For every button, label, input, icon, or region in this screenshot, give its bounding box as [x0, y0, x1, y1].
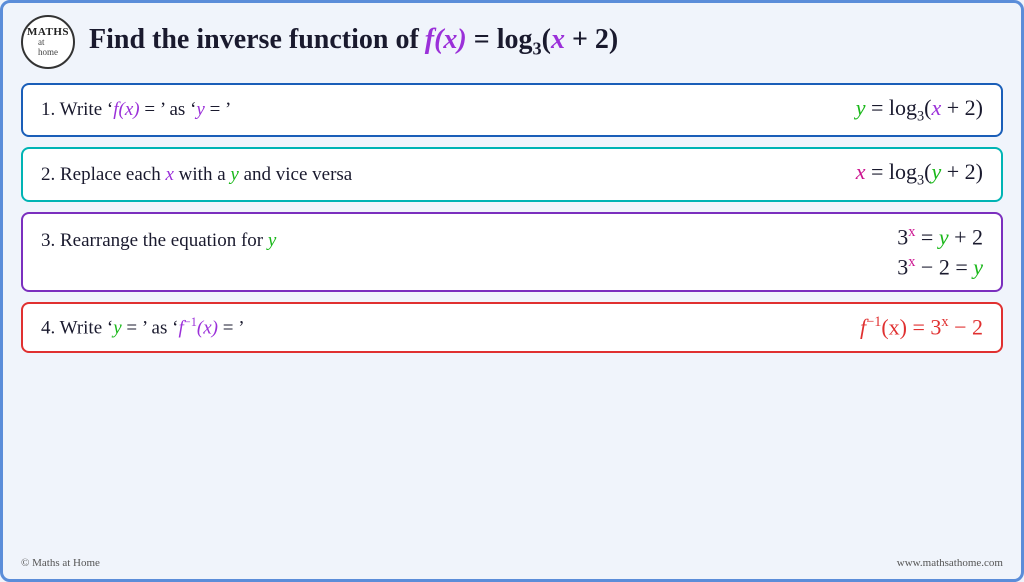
footer-left: © Maths at Home: [21, 557, 100, 569]
step-4-right: f−1(x) = 3x − 2: [860, 314, 983, 340]
step-2-right: x = log3(y + 2): [856, 159, 983, 189]
step-3-box: 3. Rearrange the equation for y 3x = y +…: [21, 212, 1003, 293]
footer-right: www.mathsathome.com: [897, 557, 1003, 569]
footer: © Maths at Home www.mathsathome.com: [21, 557, 1003, 569]
title-text: Find the inverse function of: [89, 24, 419, 56]
step-3-line1: 3x = y + 2: [897, 224, 983, 250]
logo-maths: MATHS: [27, 26, 69, 38]
logo-home: athome: [38, 38, 58, 58]
step-3-line2: 3x − 2 = y: [897, 254, 983, 280]
title-math: f(x) = log3(x + 2): [425, 24, 618, 60]
logo: MATHS athome: [21, 15, 75, 69]
step-2-left: 2. Replace each x with a y and vice vers…: [41, 164, 352, 186]
step-4-box: 4. Write ‘y = ’ as ‘f−1(x) = ’ f−1(x) = …: [21, 302, 1003, 352]
steps-container: 1. Write ‘f(x) = ’ as ‘y = ’ y = log3(x …: [21, 83, 1003, 549]
step-3-left: 3. Rearrange the equation for y: [41, 224, 276, 252]
header: MATHS athome Find the inverse function o…: [21, 15, 1003, 69]
step-2-box: 2. Replace each x with a y and vice vers…: [21, 147, 1003, 201]
page-title: Find the inverse function of f(x) = log3…: [89, 24, 618, 60]
step-1-box: 1. Write ‘f(x) = ’ as ‘y = ’ y = log3(x …: [21, 83, 1003, 137]
step-4-left: 4. Write ‘y = ’ as ‘f−1(x) = ’: [41, 315, 245, 339]
step-1-left: 1. Write ‘f(x) = ’ as ‘y = ’: [41, 99, 231, 121]
step-1-right: y = log3(x + 2): [856, 95, 983, 125]
step-3-right: 3x = y + 2 3x − 2 = y: [897, 224, 983, 281]
